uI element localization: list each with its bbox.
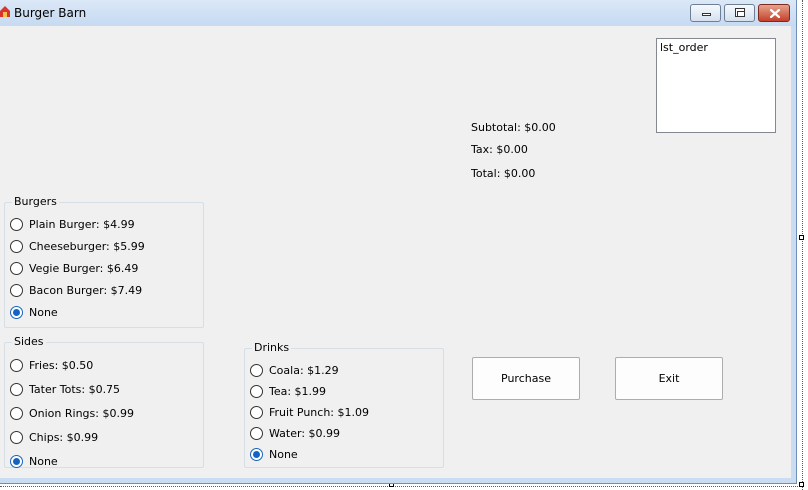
radio-circle[interactable]: [10, 283, 23, 297]
radio-cheeseburger[interactable]: Cheeseburger: $5.99: [10, 238, 145, 254]
main-window: Burger Barn lst_order Subtotal: $0.00 Ta…: [0, 0, 797, 484]
resize-grip-right[interactable]: [799, 235, 804, 240]
radio-circle[interactable]: [250, 426, 263, 440]
radio-label: Fries: $0.50: [29, 358, 94, 372]
window-title: Burger Barn: [14, 6, 87, 20]
radio-tea[interactable]: Tea: $1.99: [250, 383, 326, 399]
drinks-group: Drinks Coala: $1.29 Tea: $1.99 Fruit Pun…: [244, 341, 444, 468]
exit-button[interactable]: Exit: [615, 357, 723, 400]
radio-fruit-punch[interactable]: Fruit Punch: $1.09: [250, 404, 369, 420]
radio-bacon-burger[interactable]: Bacon Burger: $7.49: [10, 282, 142, 298]
minimize-button[interactable]: [690, 4, 721, 22]
radio-circle[interactable]: [250, 405, 263, 419]
form-client-area: lst_order Subtotal: $0.00 Tax: $0.00 Tot…: [0, 26, 791, 478]
radio-coala[interactable]: Coala: $1.29: [250, 362, 339, 378]
burgers-group-title: Burgers: [12, 195, 59, 208]
barn-icon: [0, 6, 10, 17]
subtotal-label: Subtotal: $0.00: [471, 121, 556, 134]
radio-label: None: [29, 454, 58, 468]
radio-circle[interactable]: [10, 261, 23, 275]
radio-label: None: [269, 447, 298, 461]
radio-tater-tots[interactable]: Tater Tots: $0.75: [10, 381, 120, 397]
burgers-group: Burgers Plain Burger: $4.99 Cheeseburger…: [4, 195, 204, 328]
radio-label: Plain Burger: $4.99: [29, 217, 135, 231]
radio-onion-rings[interactable]: Onion Rings: $0.99: [10, 405, 134, 421]
radio-chips[interactable]: Chips: $0.99: [10, 429, 98, 445]
radio-circle[interactable]: [10, 358, 23, 372]
total-label: Total: $0.00: [471, 167, 536, 180]
sides-group: Sides Fries: $0.50 Tater Tots: $0.75 Oni…: [4, 335, 204, 469]
radio-vegie-burger[interactable]: Vegie Burger: $6.49: [10, 260, 138, 276]
purchase-button[interactable]: Purchase: [472, 357, 580, 400]
radio-circle[interactable]: [250, 363, 263, 377]
radio-burger-none[interactable]: None: [10, 304, 58, 320]
radio-circle-checked[interactable]: [10, 454, 23, 468]
radio-circle-checked[interactable]: [10, 305, 23, 319]
radio-label: Fruit Punch: $1.09: [269, 405, 369, 419]
radio-circle[interactable]: [10, 217, 23, 231]
radio-label: Water: $0.99: [269, 426, 341, 440]
drinks-group-title: Drinks: [252, 341, 292, 354]
designer-guide-horizontal: [0, 486, 800, 487]
radio-circle-checked[interactable]: [250, 447, 263, 461]
radio-label: Bacon Burger: $7.49: [29, 283, 143, 297]
radio-drinks-none[interactable]: None: [250, 446, 298, 462]
radio-fries[interactable]: Fries: $0.50: [10, 357, 93, 373]
resize-grip-corner[interactable]: [799, 482, 804, 487]
order-listbox[interactable]: lst_order: [656, 38, 776, 133]
designer-guide-vertical: [802, 0, 803, 490]
maximize-icon: [735, 8, 745, 17]
radio-water[interactable]: Water: $0.99: [250, 425, 340, 441]
radio-circle[interactable]: [10, 406, 23, 420]
minimize-icon: [702, 13, 711, 16]
radio-circle[interactable]: [10, 382, 23, 396]
radio-label: Coala: $1.29: [269, 363, 339, 377]
tax-label: Tax: $0.00: [471, 143, 528, 156]
close-icon: [770, 9, 780, 18]
radio-label: None: [29, 305, 58, 319]
radio-label: Tater Tots: $0.75: [29, 382, 121, 396]
radio-label: Vegie Burger: $6.49: [29, 261, 139, 275]
radio-label: Onion Rings: $0.99: [29, 406, 134, 420]
close-button[interactable]: [758, 4, 790, 22]
radio-plain-burger[interactable]: Plain Burger: $4.99: [10, 216, 135, 232]
radio-label: Cheeseburger: $5.99: [29, 239, 145, 253]
title-bar[interactable]: Burger Barn: [0, 0, 796, 26]
radio-circle[interactable]: [250, 384, 263, 398]
maximize-button[interactable]: [724, 4, 755, 22]
sides-group-title: Sides: [12, 335, 46, 348]
radio-label: Tea: $1.99: [269, 384, 327, 398]
radio-label: Chips: $0.99: [29, 430, 99, 444]
radio-circle[interactable]: [10, 430, 23, 444]
radio-circle[interactable]: [10, 239, 23, 253]
list-item[interactable]: lst_order: [660, 41, 708, 54]
radio-sides-none[interactable]: None: [10, 453, 58, 469]
